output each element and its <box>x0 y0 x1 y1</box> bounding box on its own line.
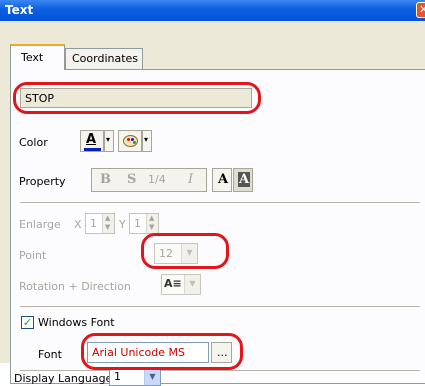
display-language-label: Display Language <box>14 372 113 385</box>
separator <box>20 370 420 371</box>
normal-text-button[interactable]: A <box>212 168 232 192</box>
enlarge-x-spinner[interactable]: 1 ▲ ▼ <box>85 213 115 234</box>
highlight-text-button[interactable]: A <box>233 168 253 192</box>
annotation-oval-font <box>81 333 243 370</box>
display-language-value: 1 <box>114 370 121 383</box>
spin-down-icon[interactable]: ▼ <box>149 223 154 231</box>
chevron-down-icon[interactable]: ▼ <box>144 369 160 385</box>
tab-coordinates-label: Coordinates <box>72 52 139 65</box>
point-label: Point <box>19 249 47 262</box>
font-color-icon: A <box>86 132 97 147</box>
spin-down-icon[interactable]: ▼ <box>105 223 110 231</box>
window-title: Text <box>5 3 34 17</box>
spin-up-icon[interactable]: ▲ <box>149 214 154 222</box>
color-label: Color <box>19 136 48 149</box>
chevron-down-icon: ▾ <box>144 135 149 144</box>
enlarge-label: Enlarge <box>19 218 61 231</box>
title-bar: Text ✕ <box>0 0 425 21</box>
quarter-size-button[interactable]: 1/4 <box>148 173 166 186</box>
font-label: Font <box>38 348 62 361</box>
chevron-down-icon: ▾ <box>106 135 111 144</box>
text-tab-panel: STOP Color A ▾ ▾ Property B S 1/4 I A A … <box>10 69 425 386</box>
property-style-group: B S 1/4 I <box>91 168 207 192</box>
display-language-select[interactable]: 1 ▼ <box>109 368 161 386</box>
palette-button[interactable] <box>118 130 142 152</box>
windows-font-checkbox[interactable]: ✓ <box>21 316 34 329</box>
separator <box>20 306 420 307</box>
enlarge-y-spinner[interactable]: 1 ▲ ▼ <box>129 213 159 234</box>
palette-icon <box>123 135 138 147</box>
rotation-direction-label: Rotation + Direction <box>19 280 131 293</box>
enlarge-y-label: Y <box>119 218 126 231</box>
annotation-oval-text <box>13 82 261 114</box>
shadow-button[interactable]: S <box>127 172 136 187</box>
enlarge-x-label: X <box>74 218 82 231</box>
italic-button[interactable]: I <box>188 172 193 187</box>
windows-font-label: Windows Font <box>38 316 115 329</box>
bold-button[interactable]: B <box>100 172 111 187</box>
tab-text[interactable]: Text <box>10 44 65 70</box>
enlarge-x-value: 1 <box>90 217 97 230</box>
chevron-down-icon[interactable]: ▼ <box>184 275 200 294</box>
palette-dropdown[interactable]: ▾ <box>142 130 152 152</box>
property-label: Property <box>19 175 66 188</box>
close-icon[interactable]: ✕ <box>416 2 425 18</box>
highlight-a-icon: A <box>238 172 251 187</box>
rotation-direction-select[interactable]: A≡ ▼ <box>161 274 201 295</box>
separator <box>20 202 420 203</box>
tab-coordinates[interactable]: Coordinates <box>65 48 143 69</box>
font-color-button[interactable]: A <box>80 130 104 152</box>
font-color-dropdown[interactable]: ▾ <box>104 130 114 152</box>
enlarge-y-value: 1 <box>134 217 141 230</box>
text-a-icon: A <box>218 172 229 187</box>
tab-text-label: Text <box>21 51 44 64</box>
font-color-swatch <box>84 148 101 151</box>
dialog-body: Text Coordinates STOP Color A ▾ ▾ Proper… <box>0 21 425 386</box>
annotation-oval-point <box>141 233 229 269</box>
spin-up-icon[interactable]: ▲ <box>105 214 110 222</box>
text-direction-icon: A≡ <box>164 277 182 290</box>
